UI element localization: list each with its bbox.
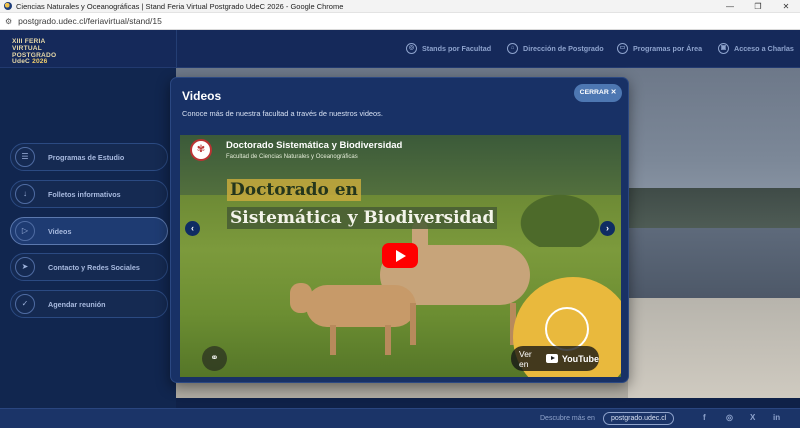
send-icon: ➤ (15, 257, 35, 277)
watch-on-youtube-button[interactable]: Ver en YouTube (511, 346, 599, 371)
footer-site-link[interactable]: postgrado.udec.cl (603, 412, 675, 425)
nav-label: Programas por Área (633, 44, 703, 53)
video-headline-2: Sistemática y Biodiversidad (227, 207, 498, 229)
linkedin-icon[interactable]: in (773, 413, 780, 422)
video-faculty: Facultad de Ciencias Naturales y Oceanog… (226, 154, 358, 160)
sidebar-item-agendar[interactable]: ✓ Agendar reunión (10, 290, 168, 318)
check-icon: ✓ (15, 294, 35, 314)
video-channel-title[interactable]: Doctorado Sistemática y Biodiversidad (226, 140, 402, 151)
nav-label: Stands por Facultad (422, 44, 492, 53)
x-twitter-icon[interactable]: X (750, 413, 755, 422)
udec-channel-avatar[interactable]: ✾ (190, 139, 212, 161)
video-alpaca-leg (330, 325, 336, 355)
nav-programas-por-area[interactable]: ▭ Programas por Área (617, 43, 702, 54)
feria-logo[interactable]: XIII FERIA VIRTUAL POSTGRADO UdeC 2026 (12, 38, 82, 66)
modal-subtitle: Conoce más de nuestra facultad a través … (182, 109, 383, 118)
top-navigation: XIII FERIA VIRTUAL POSTGRADO UdeC 2026 ◎… (0, 30, 800, 68)
site-favicon-icon (4, 2, 12, 10)
window-title: Ciencias Naturales y Oceanográficas | St… (16, 1, 344, 11)
copy-link-icon[interactable]: ⚭ (202, 346, 227, 371)
home-icon: ⌂ (507, 43, 518, 54)
video-alpaca-baby-body (306, 285, 416, 327)
url-text[interactable]: postgrado.udec.cl/feriavirtual/stand/15 (18, 16, 162, 26)
sidebar-item-label: Programas de Estudio (48, 152, 125, 162)
videos-modal: Videos Conoce más de nuestra facultad a … (170, 77, 629, 383)
youtube-wordmark: YouTube (561, 353, 599, 364)
presentation-icon: ▣ (718, 43, 729, 54)
website: XIII FERIA VIRTUAL POSTGRADO UdeC 2026 ◎… (0, 30, 800, 428)
document-icon: ☰ (15, 147, 35, 167)
folder-icon: ▭ (617, 43, 628, 54)
sidebar-item-programas[interactable]: ☰ Programas de Estudio (10, 143, 168, 171)
watch-on-label: Ver en (519, 348, 532, 369)
video-alpaca-baby-head (290, 283, 312, 313)
nav-acceso-charlas[interactable]: ▣ Acceso a Charlas (718, 43, 794, 54)
sidebar-item-contacto[interactable]: ➤ Contacto y Redes Sociales (10, 253, 168, 281)
compass-icon: ◎ (406, 43, 417, 54)
video-headline-1: Doctorado en (227, 179, 361, 201)
carousel-prev-button[interactable]: ‹ (185, 221, 200, 236)
logo-line-4: UdeC 2026 (12, 58, 82, 66)
footer-discover-label: Descubre más en (540, 415, 595, 422)
youtube-video-player[interactable]: ✾ Doctorado Sistemática y Biodiversidad … (180, 135, 621, 377)
sidebar-item-label: Contacto y Redes Sociales (48, 262, 140, 272)
nav-label: Acceso a Charlas (734, 44, 794, 53)
restore-button[interactable]: ❐ (744, 0, 772, 13)
background-building (628, 228, 800, 298)
youtube-logo-icon (545, 354, 558, 363)
youtube-play-button[interactable] (382, 243, 418, 268)
address-bar[interactable]: ⚙ postgrado.udec.cl/feriavirtual/stand/1… (0, 13, 800, 30)
site-settings-icon[interactable]: ⚙ (5, 17, 12, 26)
background-plaza (628, 298, 800, 398)
sidebar-item-label: Folletos informativos (48, 189, 121, 199)
nav-direccion-postgrado[interactable]: ⌂ Dirección de Postgrado (507, 43, 604, 54)
instagram-icon[interactable]: ◎ (726, 413, 733, 422)
sidebar-item-label: Videos (48, 226, 72, 236)
sidebar-item-folletos[interactable]: ↓ Folletos informativos (10, 180, 168, 208)
logo-year: 2026 (32, 58, 48, 66)
window-controls: — ❐ ✕ (716, 0, 800, 13)
stand-sidebar: ☰ Programas de Estudio ↓ Folletos inform… (0, 68, 176, 408)
carousel-next-button[interactable]: › (600, 221, 615, 236)
nav-divider (176, 30, 177, 68)
play-icon: ▷ (15, 221, 35, 241)
facebook-icon[interactable]: f (703, 413, 706, 422)
minimize-button[interactable]: — (716, 0, 744, 13)
modal-title: Videos (182, 89, 222, 103)
browser-title-bar: Ciencias Naturales y Oceanográficas | St… (0, 0, 800, 13)
nav-label: Dirección de Postgrado (523, 44, 604, 53)
video-alpaca-leg (385, 325, 391, 355)
nav-stands-por-facultad[interactable]: ◎ Stands por Facultad (406, 43, 491, 54)
video-bush (510, 187, 610, 247)
sidebar-item-videos[interactable]: ▷ Videos (10, 217, 168, 245)
close-modal-button[interactable]: CERRAR ✕ (574, 84, 622, 102)
close-window-button[interactable]: ✕ (772, 0, 800, 13)
site-footer: Descubre más en postgrado.udec.cl f ◎ X … (0, 408, 800, 428)
download-icon: ↓ (15, 184, 35, 204)
sidebar-item-label: Agendar reunión (48, 299, 106, 309)
video-alpaca-leg (410, 303, 416, 345)
logo-udec: UdeC (12, 58, 31, 66)
